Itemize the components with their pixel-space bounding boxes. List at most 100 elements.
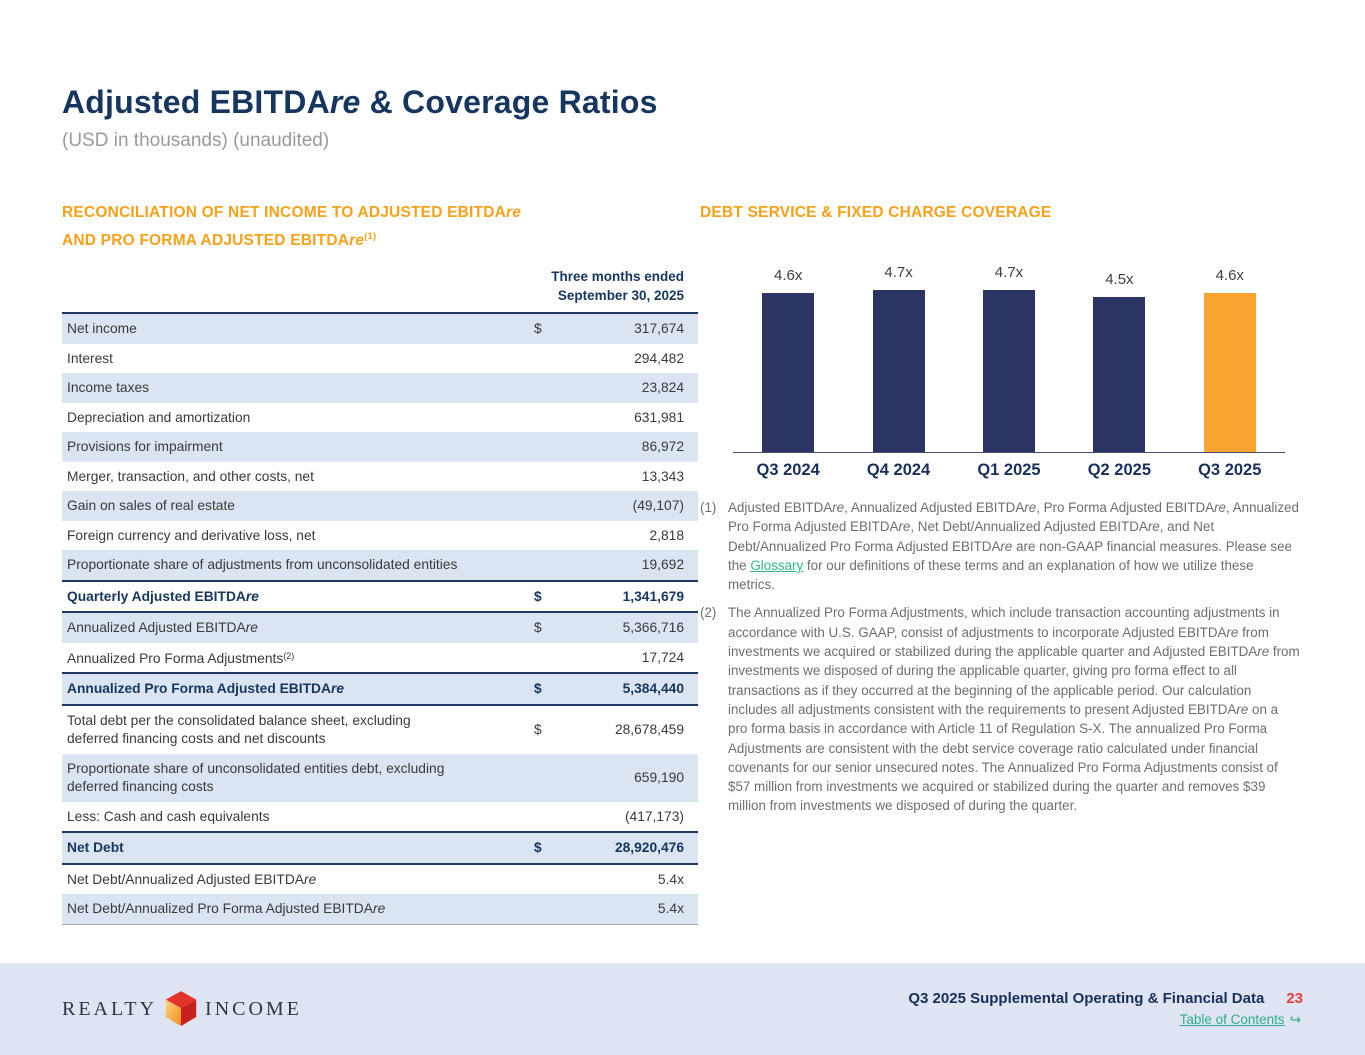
row-value: (49,107) bbox=[568, 498, 698, 513]
page-title: Adjusted EBITDAre & Coverage Ratios bbox=[62, 84, 658, 121]
bar-value-label: 4.6x bbox=[774, 267, 802, 284]
row-value: 19,692 bbox=[568, 557, 698, 572]
bar bbox=[1093, 297, 1145, 452]
row-value: 1,341,679 bbox=[568, 589, 698, 604]
table-row: Annualized Adjusted EBITDAre$5,366,716 bbox=[62, 613, 698, 643]
row-dollar-sign: $ bbox=[534, 840, 568, 855]
row-label: Net Debt bbox=[62, 839, 534, 857]
row-label: Provisions for impairment bbox=[62, 438, 534, 456]
chart-plot-area: 4.6x 4.7x 4.7x 4.5x 4.6x bbox=[733, 262, 1285, 453]
row-label: Gain on sales of real estate bbox=[62, 497, 534, 515]
table-row: Proportionate share of adjustments from … bbox=[62, 550, 698, 580]
bar bbox=[1204, 293, 1256, 452]
footer-right: Q3 2025 Supplemental Operating & Financi… bbox=[908, 990, 1303, 1028]
row-dollar-sign: $ bbox=[534, 321, 568, 336]
table-row: Net Debt$28,920,476 bbox=[62, 833, 698, 863]
row-dollar-sign: $ bbox=[534, 620, 568, 635]
table-row: Net Debt/Annualized Adjusted EBITDAre5.4… bbox=[62, 865, 698, 895]
chart-heading: DEBT SERVICE & FIXED CHARGE COVERAGE bbox=[700, 201, 1320, 225]
row-label: Income taxes bbox=[62, 379, 534, 397]
table-row: Total debt per the consolidated balance … bbox=[62, 706, 698, 754]
row-value: 13,343 bbox=[568, 469, 698, 484]
row-value: 28,920,476 bbox=[568, 840, 698, 855]
row-value: 631,981 bbox=[568, 410, 698, 425]
row-value: 17,724 bbox=[568, 650, 698, 665]
row-value: 2,818 bbox=[568, 528, 698, 543]
chart-bar-column: 4.6x bbox=[733, 267, 843, 452]
glossary-link[interactable]: Glossary bbox=[750, 558, 803, 573]
brand-word-realty: REALTY bbox=[62, 998, 157, 1021]
row-value: 294,482 bbox=[568, 351, 698, 366]
footer-doc-title-line: Q3 2025 Supplemental Operating & Financi… bbox=[908, 990, 1303, 1007]
page-number: 23 bbox=[1286, 990, 1303, 1007]
bar-value-label: 4.5x bbox=[1105, 271, 1133, 288]
bar bbox=[983, 290, 1035, 452]
table-row: Foreign currency and derivative loss, ne… bbox=[62, 521, 698, 551]
footnote-text: The Annualized Pro Forma Adjustments, wh… bbox=[728, 603, 1301, 815]
row-label: Less: Cash and cash equivalents bbox=[62, 808, 534, 826]
footnote: (1)Adjusted EBITDAre, Annualized Adjuste… bbox=[700, 498, 1301, 594]
table-of-contents-link[interactable]: Table of Contents bbox=[1180, 1012, 1285, 1027]
table-bottom-rule bbox=[62, 924, 698, 925]
chart-bar-column: 4.7x bbox=[843, 264, 953, 452]
table-body: Net income$317,674Interest294,482Income … bbox=[62, 314, 698, 924]
row-label: Annualized Adjusted EBITDAre bbox=[62, 619, 534, 637]
bar-value-label: 4.7x bbox=[884, 264, 912, 281]
bar-category-label: Q2 2025 bbox=[1064, 461, 1174, 480]
chart-bar-column: 4.6x bbox=[1175, 267, 1285, 452]
row-value: 317,674 bbox=[568, 321, 698, 336]
bar-category-label: Q3 2024 bbox=[733, 461, 843, 480]
row-value: (417,173) bbox=[568, 809, 698, 824]
row-label: Merger, transaction, and other costs, ne… bbox=[62, 468, 534, 486]
footnotes: (1)Adjusted EBITDAre, Annualized Adjuste… bbox=[700, 498, 1301, 825]
toc-arrow-icon: ↪ bbox=[1290, 1012, 1301, 1028]
table-column-header: Three months ended September 30, 2025 bbox=[62, 263, 698, 314]
reconciliation-heading: RECONCILIATION OF NET INCOME TO ADJUSTED… bbox=[62, 201, 682, 253]
bar-category-label: Q1 2025 bbox=[954, 461, 1064, 480]
row-label: Annualized Pro Forma Adjusted EBITDAre bbox=[62, 680, 534, 698]
row-label: Total debt per the consolidated balance … bbox=[62, 712, 534, 747]
bar-category-label: Q4 2024 bbox=[843, 461, 953, 480]
row-label: Depreciation and amortization bbox=[62, 409, 534, 427]
row-value: 28,678,459 bbox=[568, 722, 698, 737]
reconciliation-heading-line1: RECONCILIATION OF NET INCOME TO ADJUSTED… bbox=[62, 201, 682, 225]
table-row: Proportionate share of unconsolidated en… bbox=[62, 754, 698, 802]
row-label: Net income bbox=[62, 320, 534, 338]
header: Adjusted EBITDAre & Coverage Ratios (USD… bbox=[62, 84, 658, 152]
table-row: Annualized Pro Forma Adjusted EBITDAre$5… bbox=[62, 674, 698, 704]
footer-toc-line: Table of Contents ↪ bbox=[1180, 1012, 1303, 1028]
row-value: 5,384,440 bbox=[568, 681, 698, 696]
page-subtitle: (USD in thousands) (unaudited) bbox=[62, 130, 658, 152]
reconciliation-table: Three months ended September 30, 2025 Ne… bbox=[62, 263, 698, 925]
footnote-text: Adjusted EBITDAre, Annualized Adjusted E… bbox=[728, 498, 1301, 594]
row-label: Annualized Pro Forma Adjustments(2) bbox=[62, 648, 534, 668]
row-label: Proportionate share of unconsolidated en… bbox=[62, 760, 534, 795]
table-row: Net Debt/Annualized Pro Forma Adjusted E… bbox=[62, 894, 698, 924]
chart-bar-column: 4.7x bbox=[954, 264, 1064, 452]
row-value: 5.4x bbox=[568, 901, 698, 916]
table-row: Annualized Pro Forma Adjustments(2) 17,72… bbox=[62, 643, 698, 673]
row-label: Interest bbox=[62, 350, 534, 368]
table-row: Merger, transaction, and other costs, ne… bbox=[62, 462, 698, 492]
table-row: Interest 294,482 bbox=[62, 344, 698, 374]
row-value: 5.4x bbox=[568, 872, 698, 887]
coverage-bar-chart: 4.6x 4.7x 4.7x 4.5x 4.6x Q3 2024Q4 2024Q1 20… bbox=[733, 262, 1285, 480]
row-value: 86,972 bbox=[568, 439, 698, 454]
chart-category-axis: Q3 2024Q4 2024Q1 2025Q2 2025Q3 2025 bbox=[733, 461, 1285, 480]
row-label: Net Debt/Annualized Pro Forma Adjusted E… bbox=[62, 900, 534, 918]
brand-word-income: INCOME bbox=[205, 998, 302, 1021]
table-row: Income taxes 23,824 bbox=[62, 373, 698, 403]
chart-bar-column: 4.5x bbox=[1064, 271, 1174, 452]
row-label: Proportionate share of adjustments from … bbox=[62, 556, 534, 574]
row-value: 23,824 bbox=[568, 380, 698, 395]
row-label: Foreign currency and derivative loss, ne… bbox=[62, 527, 534, 545]
bar-category-label: Q3 2025 bbox=[1175, 461, 1285, 480]
bar bbox=[762, 293, 814, 452]
table-row: Net income$317,674 bbox=[62, 314, 698, 344]
row-dollar-sign: $ bbox=[534, 722, 568, 737]
table-row: Less: Cash and cash equivalents (417,173) bbox=[62, 802, 698, 832]
footnote-marker: (1) bbox=[700, 498, 728, 594]
bar bbox=[873, 290, 925, 452]
realty-income-logo: REALTY INCOME bbox=[62, 990, 302, 1028]
table-row: Quarterly Adjusted EBITDAre$1,341,679 bbox=[62, 582, 698, 612]
